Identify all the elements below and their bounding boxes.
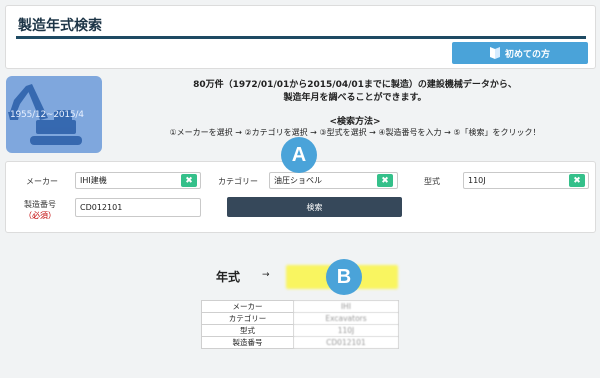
maker-value: IHI建機 — [80, 176, 107, 185]
result-table: メーカー IHI カテゴリー Excavators 型式 110J 製造番号 C… — [201, 300, 399, 349]
result-value-model: 110J — [293, 324, 399, 337]
beginner-mark-icon — [489, 47, 500, 59]
serial-value: CD012101 — [80, 203, 123, 212]
result-key-category: カテゴリー — [201, 312, 294, 325]
search-button[interactable]: 検索 — [227, 197, 402, 217]
table-row: 製造番号 CD012101 — [201, 336, 399, 349]
serial-label: 製造番号 — [24, 200, 56, 209]
beginner-guide-label: 初めての方 — [504, 49, 550, 60]
result-value-serial: CD012101 — [293, 336, 399, 349]
title-underline — [16, 36, 586, 39]
result-key-serial: 製造番号 — [201, 336, 294, 349]
beginner-guide-button[interactable]: 初めての方 — [452, 42, 588, 64]
maker-clear-button[interactable]: ✖ — [181, 174, 197, 187]
model-clear-button[interactable]: ✖ — [569, 174, 585, 187]
table-row: 型式 110J — [201, 324, 399, 337]
year-range-text: 1955/12~2015/4 — [10, 110, 84, 120]
category-value: 油圧ショベル — [274, 176, 322, 185]
clear-icon: ✖ — [185, 175, 193, 186]
serial-input[interactable]: CD012101 — [75, 198, 201, 217]
howto-steps: ①メーカーを選択 → ②カテゴリを選択 → ③型式を選択 → ④製造番号を入力 … — [169, 128, 541, 137]
clear-icon: ✖ — [573, 175, 581, 186]
page-title: 製造年式検索 — [18, 18, 102, 34]
category-clear-button[interactable]: ✖ — [377, 174, 393, 187]
result-value-category: Excavators — [293, 312, 399, 325]
intro-text: 80万件（1972/01/01から2015/04/01までに製造）の建設機械デー… — [120, 79, 590, 105]
table-row: カテゴリー Excavators — [201, 312, 399, 325]
result-year-label: 年式 — [216, 270, 241, 284]
result-value-maker: IHI — [293, 300, 399, 313]
required-note: （必須） — [24, 211, 56, 220]
table-row: メーカー IHI — [201, 300, 399, 313]
intro-line-2: 製造年月を調べることができます。 — [283, 93, 427, 103]
howto-title: <検索方法> — [329, 117, 381, 127]
intro-line-1: 80万件（1972/01/01から2015/04/01までに製造）の建設機械デー… — [193, 80, 517, 90]
marker-b-badge: B — [326, 259, 362, 295]
model-label: 型式 — [424, 177, 440, 186]
category-label: カテゴリー — [218, 177, 258, 186]
result-key-maker: メーカー — [201, 300, 294, 313]
result-key-model: 型式 — [201, 324, 294, 337]
marker-a-badge: A — [281, 137, 317, 173]
arrow-icon: → — [262, 270, 270, 280]
clear-icon: ✖ — [381, 175, 389, 186]
model-value: 110J — [468, 176, 486, 185]
excavator-illustration: 1955/12~2015/4 — [6, 76, 102, 153]
header-panel: 製造年式検索 初めての方 — [5, 5, 596, 69]
maker-label: メーカー — [26, 177, 58, 186]
